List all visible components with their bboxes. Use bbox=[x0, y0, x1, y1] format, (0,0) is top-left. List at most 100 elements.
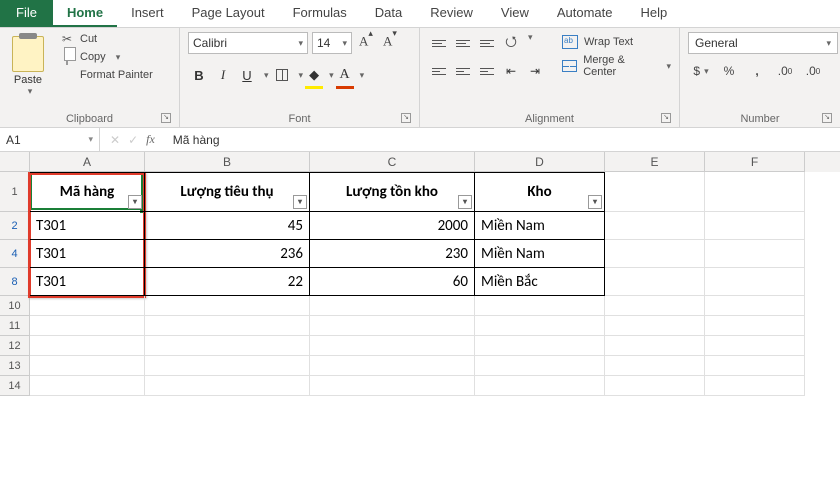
name-box[interactable]: A1▾ bbox=[0, 128, 100, 151]
align-bottom-button[interactable] bbox=[476, 32, 498, 54]
cell[interactable]: Miền Nam bbox=[475, 240, 605, 268]
cell[interactable] bbox=[145, 336, 310, 356]
column-header[interactable]: E bbox=[605, 152, 705, 172]
cell[interactable] bbox=[310, 336, 475, 356]
number-format-select[interactable]: General▾ bbox=[688, 32, 838, 54]
font-size-select[interactable]: 14▾ bbox=[312, 32, 352, 54]
orientation-button[interactable]: ⭯ bbox=[500, 32, 522, 54]
cell[interactable]: T301 bbox=[30, 268, 145, 296]
cell[interactable]: 236 bbox=[145, 240, 310, 268]
cell[interactable] bbox=[705, 268, 805, 296]
formulas-tab[interactable]: Formulas bbox=[279, 0, 361, 27]
filter-button[interactable]: ▾ bbox=[293, 195, 307, 209]
paste-button[interactable]: Paste ▾ bbox=[8, 32, 48, 97]
borders-button[interactable] bbox=[271, 64, 293, 86]
cell[interactable]: 230 bbox=[310, 240, 475, 268]
cell[interactable] bbox=[145, 296, 310, 316]
cell[interactable]: Mã hàng▾ bbox=[30, 172, 145, 212]
formula-input[interactable]: Mã hàng bbox=[165, 128, 840, 151]
alignment-launcher-icon[interactable]: ↘ bbox=[661, 113, 671, 123]
cell[interactable]: T301 bbox=[30, 212, 145, 240]
cell[interactable]: Lượng tiêu thụ▾ bbox=[145, 172, 310, 212]
percent-format-button[interactable]: % bbox=[716, 60, 742, 82]
fill-color-button[interactable]: ◆ bbox=[305, 64, 323, 86]
chevron-down-icon[interactable]: ▾ bbox=[329, 70, 334, 81]
review-tab[interactable]: Review bbox=[416, 0, 487, 27]
cell[interactable] bbox=[605, 356, 705, 376]
align-right-button[interactable] bbox=[476, 60, 498, 82]
cell[interactable] bbox=[145, 356, 310, 376]
clipboard-launcher-icon[interactable]: ↘ bbox=[161, 113, 171, 123]
chevron-down-icon[interactable]: ▾ bbox=[666, 61, 671, 72]
cell[interactable] bbox=[310, 296, 475, 316]
cell[interactable] bbox=[705, 376, 805, 396]
merge-center-button[interactable]: Merge & Center▾ bbox=[562, 56, 671, 76]
help-tab[interactable]: Help bbox=[627, 0, 682, 27]
insert-tab[interactable]: Insert bbox=[117, 0, 178, 27]
column-header[interactable]: A bbox=[30, 152, 145, 172]
filter-button[interactable]: ▾ bbox=[128, 195, 142, 209]
wrap-text-button[interactable]: Wrap Text bbox=[562, 32, 671, 52]
align-middle-button[interactable] bbox=[452, 32, 474, 54]
cell[interactable]: Kho▾ bbox=[475, 172, 605, 212]
align-center-button[interactable] bbox=[452, 60, 474, 82]
row-header[interactable]: 4 bbox=[0, 240, 30, 268]
cell[interactable]: 45 bbox=[145, 212, 310, 240]
cell[interactable]: 60 bbox=[310, 268, 475, 296]
row-header[interactable]: 13 bbox=[0, 356, 30, 376]
cell[interactable] bbox=[145, 316, 310, 336]
chevron-down-icon[interactable]: ▾ bbox=[264, 70, 269, 81]
cell[interactable] bbox=[145, 376, 310, 396]
font-color-button[interactable]: A bbox=[336, 64, 354, 86]
comma-format-button[interactable]: , bbox=[744, 60, 770, 82]
align-left-button[interactable] bbox=[428, 60, 450, 82]
cut-button[interactable]: ✂Cut bbox=[60, 32, 153, 46]
cell[interactable]: Miền Nam bbox=[475, 212, 605, 240]
cell[interactable] bbox=[605, 316, 705, 336]
italic-button[interactable]: I bbox=[212, 64, 234, 86]
home-tab[interactable]: Home bbox=[53, 0, 117, 27]
cell[interactable] bbox=[310, 316, 475, 336]
cell[interactable] bbox=[705, 336, 805, 356]
file-tab[interactable]: File bbox=[0, 0, 53, 27]
cell[interactable] bbox=[705, 296, 805, 316]
cell[interactable] bbox=[605, 268, 705, 296]
chevron-down-icon[interactable]: ▾ bbox=[299, 70, 304, 81]
cell[interactable] bbox=[310, 356, 475, 376]
column-header[interactable]: D bbox=[475, 152, 605, 172]
cell[interactable] bbox=[30, 336, 145, 356]
view-tab[interactable]: View bbox=[487, 0, 543, 27]
cell[interactable] bbox=[605, 296, 705, 316]
column-header[interactable]: F bbox=[705, 152, 805, 172]
copy-button[interactable]: Copy▾ bbox=[60, 50, 153, 64]
cell[interactable] bbox=[705, 172, 805, 212]
filter-button[interactable]: ▾ bbox=[588, 195, 602, 209]
select-all-corner[interactable] bbox=[0, 152, 30, 172]
cell[interactable]: Lượng tồn kho▾ bbox=[310, 172, 475, 212]
number-launcher-icon[interactable]: ↘ bbox=[822, 113, 832, 123]
decrease-indent-button[interactable]: ⇤ bbox=[500, 60, 522, 82]
chevron-down-icon[interactable]: ▾ bbox=[528, 32, 533, 54]
increase-font-button[interactable]: A▴ bbox=[356, 32, 376, 54]
cell[interactable] bbox=[30, 356, 145, 376]
format-painter-button[interactable]: Format Painter bbox=[60, 68, 153, 82]
cell[interactable] bbox=[605, 240, 705, 268]
font-launcher-icon[interactable]: ↘ bbox=[401, 113, 411, 123]
increase-indent-button[interactable]: ⇥ bbox=[524, 60, 546, 82]
cell[interactable] bbox=[605, 336, 705, 356]
decrease-decimal-button[interactable]: .00 bbox=[800, 60, 826, 82]
column-header[interactable]: C bbox=[310, 152, 475, 172]
chevron-down-icon[interactable]: ▾ bbox=[88, 134, 93, 145]
accounting-format-button[interactable]: $▾ bbox=[688, 60, 714, 82]
cell[interactable] bbox=[475, 356, 605, 376]
cell[interactable] bbox=[30, 296, 145, 316]
increase-decimal-button[interactable]: .00 bbox=[772, 60, 798, 82]
cell[interactable]: 22 bbox=[145, 268, 310, 296]
cell[interactable] bbox=[605, 172, 705, 212]
chevron-down-icon[interactable]: ▾ bbox=[116, 52, 121, 63]
row-header[interactable]: 11 bbox=[0, 316, 30, 336]
row-header[interactable]: 10 bbox=[0, 296, 30, 316]
cell[interactable] bbox=[705, 240, 805, 268]
row-header[interactable]: 8 bbox=[0, 268, 30, 296]
cell[interactable]: Miền Bắc bbox=[475, 268, 605, 296]
